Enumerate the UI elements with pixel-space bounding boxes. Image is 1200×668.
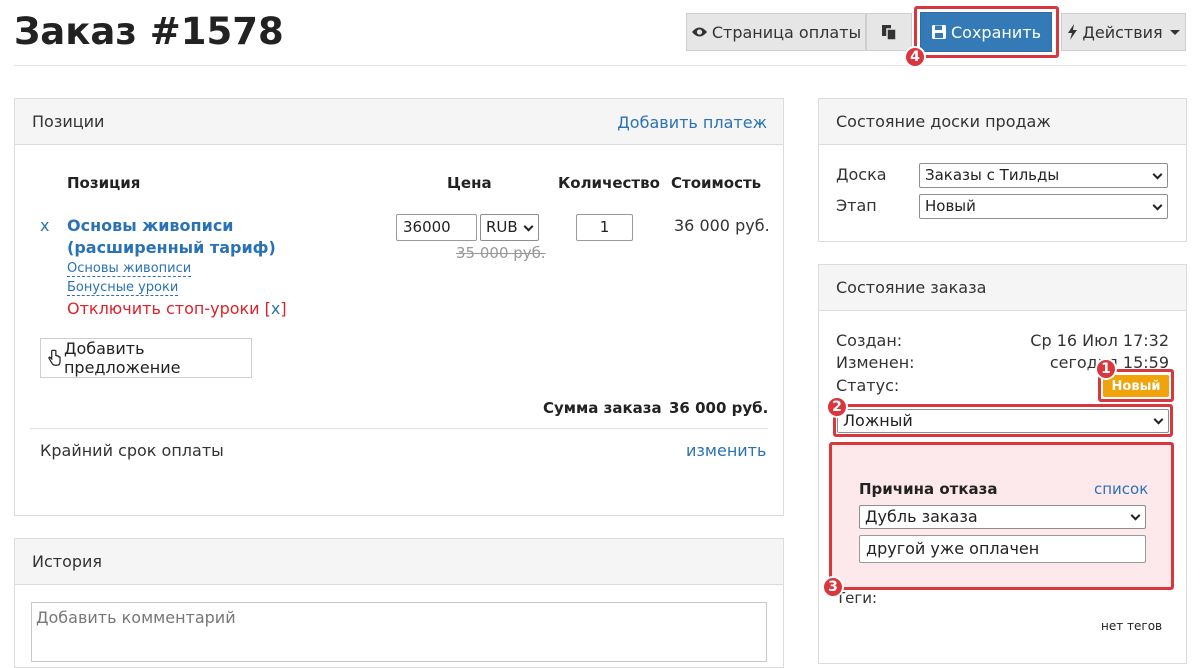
column-header-cost: Стоимость [671, 174, 762, 192]
chevron-down-icon [523, 221, 534, 232]
marker-4: 4 [904, 46, 926, 68]
hand-pointer-icon [48, 349, 61, 366]
board-state-title: Состояние доски продаж [836, 112, 1051, 131]
disable-stop-lessons-label: Отключить стоп-уроки [67, 299, 260, 318]
add-offer-label: Добавить предложение [63, 339, 181, 377]
highlight-reject-reason [829, 442, 1174, 590]
item-name-link[interactable]: Основы живописи (расширенный тариф) [67, 215, 357, 259]
column-header-price: Цена [447, 174, 492, 192]
add-payment-link[interactable]: Добавить платеж [617, 113, 767, 132]
marker-1: 1 [1095, 358, 1117, 380]
board-select-value: Заказы с Тильды [925, 166, 1060, 184]
highlight-save-button [914, 6, 1059, 58]
price-input[interactable]: 36000 [396, 214, 477, 241]
actions-label: Действия [1082, 22, 1163, 42]
board-select[interactable]: Заказы с Тильды [919, 163, 1168, 188]
comment-textarea[interactable]: Добавить комментарий [31, 602, 767, 662]
quantity-input[interactable]: 1 [576, 214, 633, 241]
caret-down-icon [1169, 29, 1180, 35]
total-divider [30, 428, 768, 429]
order-state-header: Состояние заказа [819, 265, 1186, 311]
copy-icon [882, 24, 897, 41]
history-panel-header: История [15, 539, 783, 585]
remove-item-button[interactable]: x [40, 216, 49, 235]
stage-select-value: Новый [925, 197, 976, 215]
changed-label: Изменен: [836, 353, 915, 372]
payment-page-label: Страница оплаты [711, 22, 862, 42]
column-header-quantity: Количество [558, 174, 660, 192]
board-state-header: Состояние доски продаж [819, 99, 1186, 145]
payment-page-button[interactable]: Страница оплаты [686, 13, 866, 51]
column-header-item: Позиция [67, 174, 141, 192]
order-total-value: 36 000 руб. [669, 399, 769, 417]
no-tags-text: нет тегов [1101, 619, 1163, 633]
created-value: Ср 16 Июл 17:32 [1030, 331, 1169, 350]
board-label: Доска [836, 165, 887, 184]
old-price: 35 000 руб. [456, 244, 546, 262]
stage-select[interactable]: Новый [919, 194, 1168, 219]
page-title: Заказ #1578 [14, 10, 284, 53]
sub-item-link-2[interactable]: Бонусные уроки [67, 280, 179, 296]
eye-icon [691, 27, 707, 37]
chevron-down-icon [1152, 169, 1163, 180]
item-cost: 36 000 руб. [674, 216, 770, 235]
marker-2: 2 [826, 396, 848, 418]
disable-stop-lessons-link[interactable]: Отключить стоп-уроки [x] [67, 299, 287, 318]
change-deadline-link[interactable]: изменить [686, 441, 766, 460]
order-total-label: Сумма заказа [543, 399, 662, 417]
highlight-status-select [833, 404, 1173, 437]
add-offer-button[interactable]: Добавить предложение [40, 338, 252, 378]
marker-3: 3 [822, 576, 844, 598]
positions-title: Позиции [32, 112, 105, 131]
stage-label: Этап [836, 196, 877, 215]
history-title: История [32, 552, 103, 571]
status-label: Статус: [836, 376, 900, 395]
payment-deadline-label: Крайний срок оплаты [40, 441, 224, 460]
actions-dropdown[interactable]: Действия [1061, 13, 1186, 51]
order-state-title: Состояние заказа [836, 278, 987, 297]
lightning-icon [1068, 24, 1078, 40]
header-divider [14, 65, 1186, 66]
currency-select[interactable]: RUB [480, 214, 539, 241]
copy-button[interactable] [866, 13, 912, 51]
currency-value: RUB [486, 218, 518, 236]
disable-stop-lessons-x[interactable]: x [271, 299, 280, 318]
chevron-down-icon [1152, 200, 1163, 211]
created-label: Создан: [836, 331, 903, 350]
sub-item-link-1[interactable]: Основы живописи [67, 261, 192, 277]
